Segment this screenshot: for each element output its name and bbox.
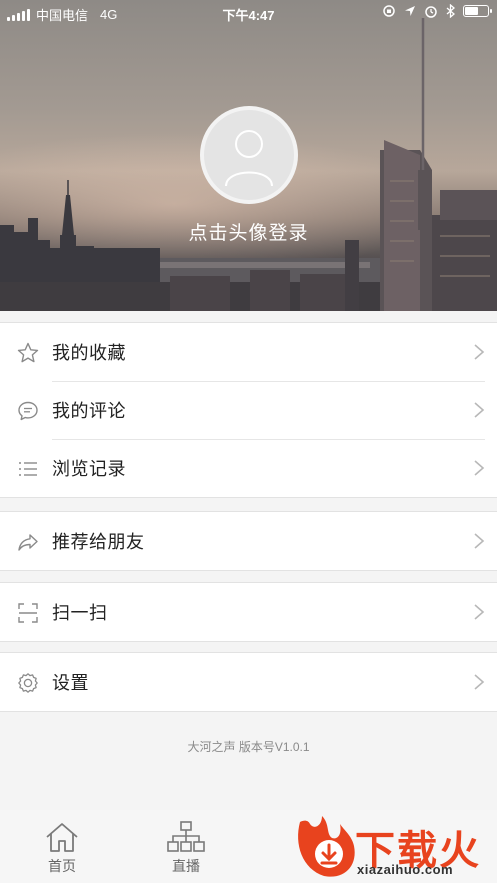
share-icon bbox=[18, 534, 38, 551]
user-silhouette-icon bbox=[225, 130, 273, 187]
home-icon bbox=[46, 823, 78, 852]
chevron-right-icon bbox=[474, 344, 485, 360]
menu-item-label: 我的评论 bbox=[52, 401, 126, 421]
avatar[interactable] bbox=[200, 106, 298, 204]
orientation-lock-icon bbox=[383, 5, 395, 17]
star-icon bbox=[17, 342, 39, 363]
menu-item-label: 浏览记录 bbox=[52, 459, 126, 479]
menu-item-label: 我的收藏 bbox=[52, 343, 126, 363]
menu-group-personal: 我的收藏 我的评论 浏览记录 bbox=[0, 322, 497, 498]
chevron-right-icon bbox=[474, 402, 485, 418]
tab-label: 直播 bbox=[172, 858, 200, 874]
org-chart-icon bbox=[167, 821, 205, 852]
location-arrow-icon bbox=[405, 6, 415, 16]
menu-item-comments[interactable]: 我的评论 bbox=[0, 381, 497, 439]
chevron-right-icon bbox=[474, 533, 485, 549]
menu-item-history[interactable]: 浏览记录 bbox=[0, 439, 497, 497]
watermark-url: xiazaihuo.com bbox=[357, 862, 454, 877]
app-version: 大河之声 版本号V1.0.1 bbox=[187, 740, 310, 754]
menu-item-settings[interactable]: 设置 bbox=[0, 653, 497, 711]
chevron-right-icon bbox=[474, 460, 485, 476]
alarm-clock-icon bbox=[425, 6, 437, 18]
menu-group-settings: 设置 bbox=[0, 652, 497, 712]
chevron-right-icon bbox=[474, 674, 485, 690]
menu-item-label: 扫一扫 bbox=[52, 603, 108, 623]
list-icon bbox=[19, 462, 37, 476]
menu-group-scan: 扫一扫 bbox=[0, 582, 497, 642]
scan-icon bbox=[18, 603, 38, 623]
menu-item-label: 推荐给朋友 bbox=[52, 532, 145, 552]
status-bar: 中国电信 4G 下午4:47 bbox=[0, 0, 497, 26]
menu-item-share[interactable]: 推荐给朋友 bbox=[0, 512, 497, 570]
login-prompt[interactable]: 点击头像登录 bbox=[0, 218, 497, 245]
chevron-right-icon bbox=[474, 604, 485, 620]
menu-item-label: 设置 bbox=[52, 673, 89, 693]
gear-icon bbox=[18, 673, 38, 693]
tab-live[interactable]: 直播 bbox=[156, 820, 216, 876]
comment-icon bbox=[18, 401, 38, 421]
battery-level bbox=[465, 7, 479, 15]
tab-home[interactable]: 首页 bbox=[32, 820, 92, 876]
bluetooth-icon bbox=[446, 4, 455, 18]
menu-group-share: 推荐给朋友 bbox=[0, 511, 497, 571]
menu-item-scan[interactable]: 扫一扫 bbox=[0, 583, 497, 641]
tab-label: 首页 bbox=[48, 858, 76, 874]
menu-item-favorites[interactable]: 我的收藏 bbox=[0, 323, 497, 381]
battery-icon bbox=[463, 5, 492, 17]
